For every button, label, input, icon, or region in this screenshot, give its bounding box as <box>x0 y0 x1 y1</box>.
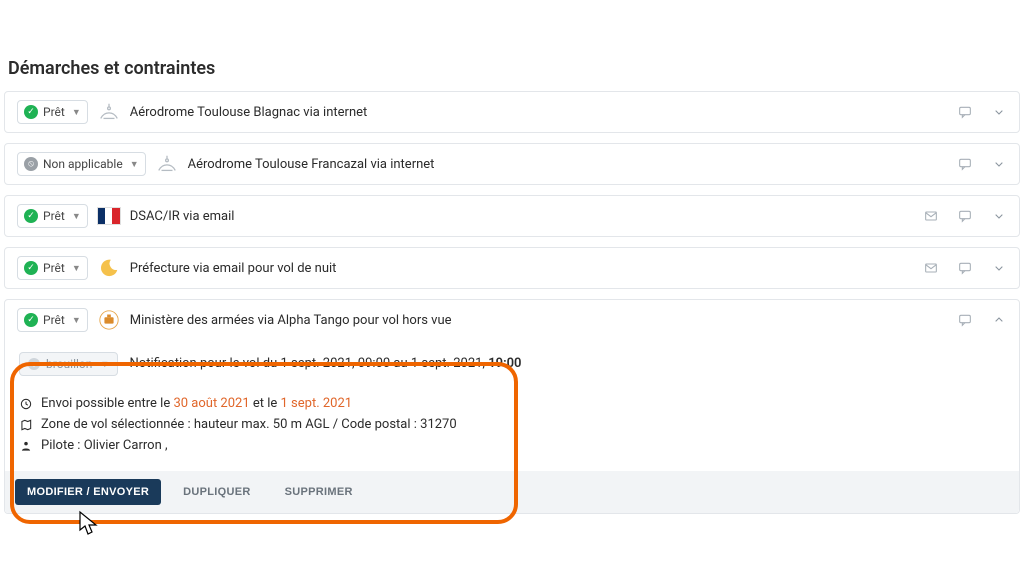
chevron-down-icon: ▼ <box>100 359 109 370</box>
status-chip-ready[interactable]: ✓ Prêt ▼ <box>17 204 88 228</box>
chevron-up-icon[interactable] <box>991 312 1007 328</box>
army-icon <box>98 309 120 331</box>
chevron-down-icon: ▼ <box>72 315 81 326</box>
clock-icon <box>19 397 33 411</box>
status-label: Prêt <box>43 261 65 275</box>
map-icon <box>19 418 33 432</box>
section-title: Démarches et contraintes <box>8 58 1020 79</box>
status-label: Prêt <box>43 313 65 327</box>
send-window-text: Envoi possible entre le 30 août 2021 et … <box>41 396 352 411</box>
chevron-down-icon: ▼ <box>72 107 81 118</box>
na-icon: ⦸ <box>24 157 38 171</box>
status-label: Prêt <box>43 105 65 119</box>
row-title: Ministère des armées via Alpha Tango pou… <box>130 313 947 328</box>
cursor-icon <box>76 510 100 540</box>
comment-icon[interactable] <box>957 260 973 276</box>
modify-send-button[interactable]: MODIFIER / ENVOYER <box>15 479 161 505</box>
zone-text: Zone de vol sélectionnée : hauteur max. … <box>41 417 457 432</box>
france-flag-icon <box>98 205 120 227</box>
status-label: Prêt <box>43 209 65 223</box>
comment-icon[interactable] <box>957 208 973 224</box>
airport-icon <box>156 153 178 175</box>
constraint-row: ⦸ Non applicable ▼ Aérodrome Toulouse Fr… <box>4 143 1020 185</box>
chevron-down-icon[interactable] <box>991 208 1007 224</box>
constraint-row: ✓ Prêt ▼ Aérodrome Toulouse Blagnac via … <box>4 91 1020 133</box>
check-icon: ✓ <box>24 261 38 275</box>
status-chip-na[interactable]: ⦸ Non applicable ▼ <box>17 152 146 176</box>
mail-icon[interactable] <box>923 208 939 224</box>
duplicate-button[interactable]: DUPLIQUER <box>171 479 262 505</box>
row-title: Préfecture via email pour vol de nuit <box>130 261 913 276</box>
delete-button[interactable]: SUPPRIMER <box>273 479 365 505</box>
status-label: Non applicable <box>43 157 123 171</box>
chevron-down-icon: ▼ <box>72 263 81 274</box>
check-icon: ✓ <box>24 209 38 223</box>
check-icon: ✓ <box>24 313 38 327</box>
moon-icon <box>98 257 120 279</box>
constraint-row-expanded: ✓ Prêt ▼ Ministère des armées via Alpha … <box>4 299 1020 514</box>
status-chip-draft[interactable]: ● brouillon ▼ <box>19 352 118 376</box>
chevron-down-icon: ▼ <box>72 211 81 222</box>
constraint-row: ✓ Prêt ▼ Préfecture via email pour vol d… <box>4 247 1020 289</box>
chevron-down-icon: ▼ <box>130 159 139 170</box>
status-chip-ready[interactable]: ✓ Prêt ▼ <box>17 100 88 124</box>
person-icon <box>19 439 33 453</box>
status-chip-ready[interactable]: ✓ Prêt ▼ <box>17 256 88 280</box>
notification-title: Notification pour le vol du 1 sept. 2021… <box>130 356 522 371</box>
row-title: DSAC/IR via email <box>130 209 913 224</box>
comment-icon[interactable] <box>957 156 973 172</box>
notification-details: Envoi possible entre le 30 août 2021 et … <box>19 396 1005 453</box>
chevron-down-icon[interactable] <box>991 260 1007 276</box>
row-title: Aérodrome Toulouse Francazal via interne… <box>188 157 947 172</box>
status-label: brouillon <box>46 357 92 371</box>
constraint-row: ✓ Prêt ▼ DSAC/IR via email <box>4 195 1020 237</box>
status-chip-ready[interactable]: ✓ Prêt ▼ <box>17 308 88 332</box>
chevron-down-icon[interactable] <box>991 156 1007 172</box>
action-bar: MODIFIER / ENVOYER DUPLIQUER SUPPRIMER <box>5 471 1019 513</box>
airport-icon <box>98 101 120 123</box>
pilot-text: Pilote : Olivier Carron , <box>41 438 168 453</box>
comment-icon[interactable] <box>957 104 973 120</box>
comment-icon[interactable] <box>957 312 973 328</box>
draft-icon: ● <box>28 358 40 370</box>
check-icon: ✓ <box>24 105 38 119</box>
mail-icon[interactable] <box>923 260 939 276</box>
row-title: Aérodrome Toulouse Blagnac via internet <box>130 105 947 120</box>
chevron-down-icon[interactable] <box>991 104 1007 120</box>
